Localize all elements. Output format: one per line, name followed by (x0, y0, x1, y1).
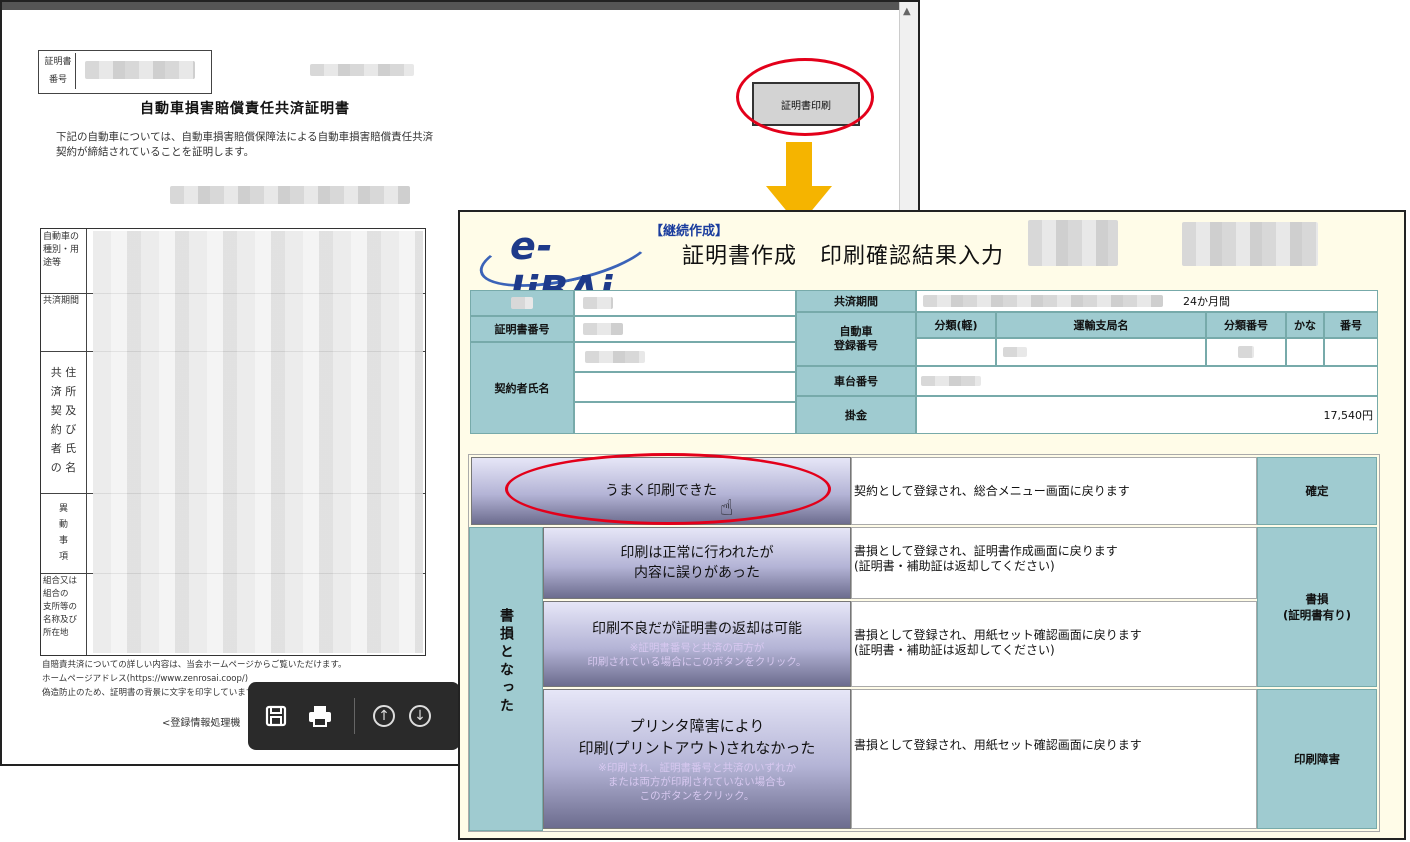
plate-value (916, 338, 996, 366)
cert-number-box: 証明書 番号 (38, 50, 212, 94)
void-group: 書損となった (469, 527, 543, 831)
window-titlebar (2, 2, 902, 10)
printer-failure-button[interactable]: プリンタ障害により 印刷(プリントアウト)されなかった ※印刷され、証明書番号と… (543, 689, 851, 829)
print-icon[interactable] (306, 702, 334, 730)
redacted-issuer (170, 186, 410, 204)
toolbar-divider (354, 698, 355, 734)
plate-value (1286, 338, 1324, 366)
plate-value (1206, 338, 1286, 366)
print-ok-button[interactable]: うまく印刷できた ☝ (471, 457, 851, 525)
doc-row-label: 異 動 事 項 (41, 493, 87, 573)
doc-row-label: 自動車の種別・用途等 (41, 229, 87, 293)
contractor-name-label: 契約者氏名 (470, 342, 574, 434)
period-value-cell: 24か月間 (916, 290, 1378, 312)
poor-print-label: 印刷不良だが証明書の返却は可能 (592, 621, 802, 637)
content-error-button[interactable]: 印刷は正常に行われたが 内容に誤りがあった (543, 527, 851, 599)
contractor-value-3 (574, 402, 796, 434)
next-page-icon[interactable]: ↓ (406, 702, 434, 730)
redacted-value (85, 61, 195, 79)
print-result-actions: うまく印刷できた ☝ 契約として登録され、総合メニュー画面に戻ります 確定 書損… (468, 453, 1380, 832)
printer-failure-label: プリンタ障害により 印刷(プリントアウト)されなかった (578, 717, 816, 757)
screen-title: 証明書作成 印刷確認結果入力 (682, 244, 1005, 269)
plate-value (996, 338, 1206, 366)
printer-failure-description: 書損として登録され、用紙セット確認画面に戻ります (851, 689, 1257, 829)
certificate-table: 自動車の種別・用途等 共済期間 共 住 済 所 契 及 約 び 者 氏 の 名 … (40, 228, 426, 656)
prev-page-icon[interactable]: ↑ (370, 702, 398, 730)
premium-label: 掛金 (796, 396, 916, 434)
period-label: 共済期間 (796, 290, 916, 312)
mode-label: 【継続作成】 (650, 224, 729, 239)
print-confirm-window: e-JiBAi 【継続作成】 証明書作成 印刷確認結果入力 証明書番号 契約者氏… (458, 208, 1406, 840)
doc-row-label: 共 住 済 所 契 及 約 び 者 氏 の 名 (41, 351, 87, 493)
plate-value (1324, 338, 1378, 366)
document-description: 下記の自動車については、自動車損害賠償保障法による自動車損害賠償責任共済契約が締… (56, 131, 434, 158)
poor-print-note: ※証明書番号と共済の両方が 印刷されている場合にこのボタンをクリック。 (587, 642, 807, 668)
print-ok-label: うまく印刷できた (605, 483, 717, 499)
contractor-value-2 (574, 372, 796, 402)
doc-row-label: 組合又は 組合の 支所等の 名称及び 所在地 (41, 573, 87, 655)
doc-row-label: 共済期間 (41, 293, 87, 351)
contract-info-table: 証明書番号 契約者氏名 共済期間 24か月間 自動車 登録番号 分類(軽) 運輸… (470, 290, 1380, 434)
poor-print-button[interactable]: 印刷不良だが証明書の返却は可能 ※証明書番号と共済の両方が 印刷されている場合に… (543, 601, 851, 687)
document-title: 自動車損害賠償責任共済証明書 (140, 101, 350, 117)
plate-number-label: 自動車 登録番号 (796, 312, 916, 366)
cert-number-value (574, 316, 796, 342)
redacted-header-info (1028, 220, 1118, 266)
scroll-up-icon[interactable]: ▲ (903, 6, 911, 17)
result-void-with-cert: 書損 (証明書有り) (1257, 527, 1377, 687)
poor-print-description: 書損として登録され、用紙セット確認画面に戻ります (証明書・補助証は返却してくだ… (851, 601, 1257, 687)
result-printer-failure: 印刷障害 (1257, 689, 1377, 829)
plate-header-class: 分類(軽) (916, 312, 996, 338)
chassis-number-value (916, 366, 1378, 396)
content-error-label: 印刷は正常に行われたが 内容に誤りがあった (620, 545, 774, 581)
save-icon[interactable] (262, 702, 290, 730)
contractor-value (574, 342, 796, 372)
print-ok-description: 契約として登録され、総合メニュー画面に戻ります (851, 457, 1257, 525)
info-value (574, 290, 796, 316)
info-label-blank (470, 290, 574, 316)
redacted-header-info (1182, 222, 1318, 266)
redacted-table-content (93, 231, 423, 653)
cert-number-label: 証明書 番号 (41, 53, 76, 89)
content-error-description: 書損として登録され、証明書作成画面に戻ります (証明書・補助証は返却してください… (851, 527, 1257, 599)
printer-failure-note: ※印刷され、証明書番号と共済のいずれか または両方が印刷されていない場合も この… (598, 762, 796, 802)
result-confirm: 確定 (1257, 457, 1377, 525)
footer-line: 自賠責共済についての詳しい内容は、当会ホームページからご覧いただけます。 (42, 660, 347, 670)
document-footer-issuer: <登録情報処理機 (162, 718, 241, 729)
plate-header-number: 番号 (1324, 312, 1378, 338)
redacted-date (310, 64, 414, 76)
period-value: 24か月間 (1183, 295, 1230, 308)
hand-cursor-icon: ☝ (720, 496, 734, 521)
print-certificate-button[interactable]: 証明書印刷 (752, 82, 860, 126)
plate-header-kana: かな (1286, 312, 1324, 338)
pdf-viewer-toolbar: ↑ ↓ (248, 682, 460, 750)
ejibai-logo: e-JiBAi (472, 208, 658, 312)
plate-header-classno: 分類番号 (1206, 312, 1286, 338)
chassis-number-label: 車台番号 (796, 366, 916, 396)
void-group-label: 書損となった (498, 608, 514, 716)
premium-value: 17,540円 (916, 396, 1378, 434)
cert-number-label: 証明書番号 (470, 316, 574, 342)
plate-header-bureau: 運輸支局名 (996, 312, 1206, 338)
